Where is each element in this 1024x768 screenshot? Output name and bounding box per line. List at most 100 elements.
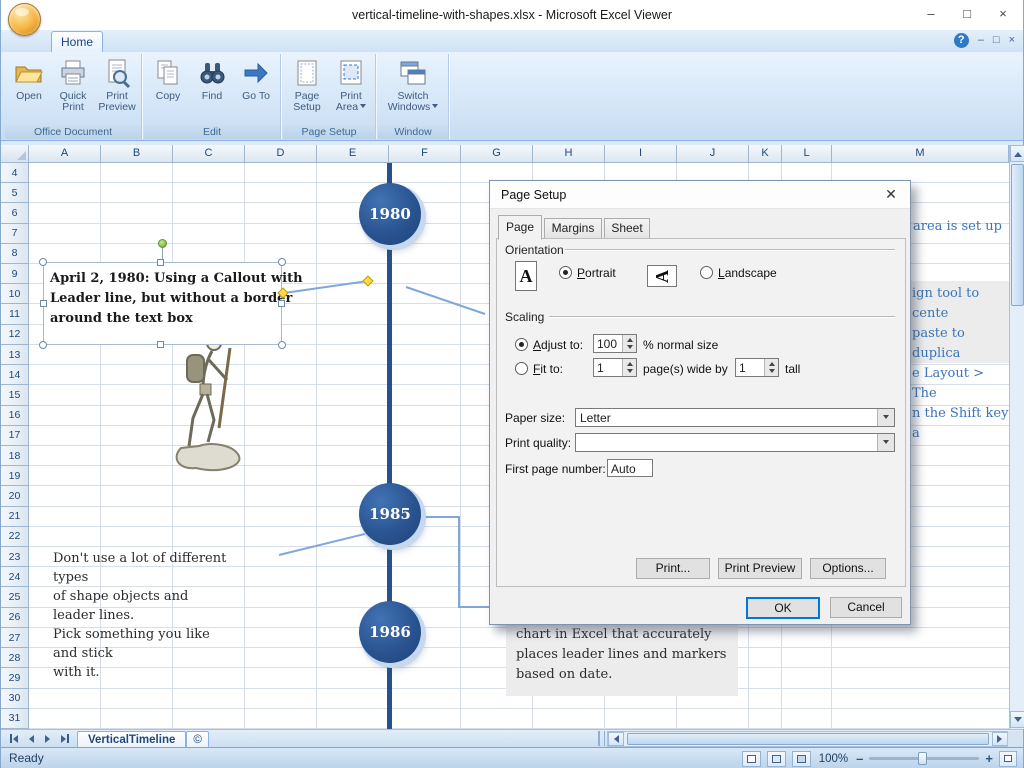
copy-button[interactable]: Copy (147, 55, 189, 126)
row-header-20[interactable]: 20 (1, 486, 29, 506)
fit-to-wide-spinner[interactable]: 1 (593, 358, 637, 377)
row-header-9[interactable]: 9 (1, 264, 29, 284)
column-header-K[interactable]: K (749, 145, 782, 163)
row-header-28[interactable]: 28 (1, 648, 29, 668)
spinner-arrows[interactable] (764, 359, 778, 376)
close-icon[interactable]: × (985, 0, 1021, 28)
row-header-31[interactable]: 31 (1, 709, 29, 729)
adjust-to-radio[interactable] (515, 338, 528, 351)
normal-view-button[interactable] (742, 751, 761, 767)
last-sheet-button[interactable] (58, 732, 71, 745)
paper-size-dropdown[interactable]: Letter (575, 408, 895, 427)
dialog-tab-margins[interactable]: Margins (544, 218, 602, 239)
scroll-up-button[interactable] (1010, 145, 1024, 162)
timeline-year-1985[interactable]: 1985 (359, 483, 421, 545)
selection-handle[interactable] (157, 259, 164, 266)
vertical-scrollbar[interactable] (1009, 145, 1024, 729)
switch-windows-button[interactable]: Switch Windows (381, 55, 445, 126)
note-textbox[interactable]: Don't use a lot of different types of sh… (53, 549, 233, 682)
landscape-radio[interactable] (700, 266, 713, 279)
workbook-close-icon[interactable]: × (1009, 33, 1015, 48)
dialog-tab-sheet[interactable]: Sheet (604, 218, 650, 239)
selection-handle[interactable] (40, 300, 47, 307)
workbook-minimize-icon[interactable]: – (978, 33, 984, 48)
column-header-F[interactable]: F (389, 145, 461, 163)
hiker-clipart[interactable] (151, 330, 261, 478)
selection-handle[interactable] (157, 341, 164, 348)
selection-handle[interactable] (39, 258, 47, 266)
selection-handle[interactable] (278, 258, 286, 266)
selection-handle[interactable] (278, 300, 285, 307)
cancel-button[interactable]: Cancel (830, 597, 902, 618)
column-header-B[interactable]: B (101, 145, 173, 163)
row-header-4[interactable]: 4 (1, 163, 29, 183)
zoom-in-icon[interactable]: + (985, 751, 993, 766)
dropdown-button[interactable] (877, 409, 894, 426)
column-header-M[interactable]: M (832, 145, 1009, 163)
tab-home[interactable]: Home (51, 31, 103, 52)
tab-scroll-splitter[interactable] (598, 731, 605, 746)
print-area-button[interactable]: Print Area (330, 55, 372, 126)
row-header-24[interactable]: 24 (1, 567, 29, 587)
print-button[interactable]: Print... (636, 558, 710, 579)
first-page-number-field[interactable]: Auto (607, 459, 653, 477)
sheet-tab-verticaltimeline[interactable]: VerticalTimeline (77, 731, 186, 748)
row-header-26[interactable]: 26 (1, 608, 29, 628)
page-break-view-button[interactable] (792, 751, 811, 767)
find-button[interactable]: Find (191, 55, 233, 126)
row-header-7[interactable]: 7 (1, 224, 29, 244)
column-header-E[interactable]: E (317, 145, 389, 163)
dialog-title-bar[interactable]: Page Setup ✕ (490, 181, 910, 209)
right-gray-box[interactable]: ign tool to cente paste to duplica e Lay… (907, 281, 1009, 363)
page-layout-view-button[interactable] (767, 751, 786, 767)
dialog-tab-page[interactable]: Page (498, 215, 542, 240)
row-header-18[interactable]: 18 (1, 446, 29, 466)
row-header-13[interactable]: 13 (1, 345, 29, 365)
zoom-out-icon[interactable]: – (856, 751, 863, 766)
dropdown-button[interactable] (877, 434, 894, 451)
row-header-11[interactable]: 11 (1, 304, 29, 324)
column-header-D[interactable]: D (245, 145, 317, 163)
selection-handle[interactable] (39, 341, 47, 349)
row-header-22[interactable]: 22 (1, 527, 29, 547)
landscape-label[interactable]: Landscape (718, 266, 777, 280)
row-header-21[interactable]: 21 (1, 507, 29, 527)
column-header-A[interactable]: A (29, 145, 101, 163)
options-button[interactable]: Options... (810, 558, 886, 579)
fit-to-label[interactable]: Fit to: (533, 362, 563, 376)
row-header-10[interactable]: 10 (1, 284, 29, 304)
selection-handle[interactable] (278, 341, 286, 349)
previous-sheet-button[interactable] (24, 732, 37, 745)
horizontal-scrollbar[interactable] (607, 731, 1009, 747)
row-header-16[interactable]: 16 (1, 406, 29, 426)
next-sheet-button[interactable] (41, 732, 54, 745)
column-header-C[interactable]: C (173, 145, 245, 163)
print-preview-dialog-button[interactable]: Print Preview (718, 558, 802, 579)
zoom-slider[interactable] (869, 757, 979, 760)
fit-to-tall-spinner[interactable]: 1 (735, 358, 779, 377)
column-header-L[interactable]: L (782, 145, 832, 163)
vertical-scrollbar-thumb[interactable] (1011, 164, 1024, 306)
spinner-arrows[interactable] (622, 335, 636, 352)
timeline-year-1980[interactable]: 1980 (359, 183, 421, 245)
row-header-25[interactable]: 25 (1, 587, 29, 607)
help-icon[interactable]: ? (954, 33, 969, 48)
row-header-19[interactable]: 19 (1, 466, 29, 486)
first-sheet-button[interactable] (7, 732, 20, 745)
row-header-27[interactable]: 27 (1, 628, 29, 648)
callout-textbox[interactable]: April 2, 1980: Using a Callout with Lead… (43, 262, 282, 345)
adjust-diamond-handle[interactable] (362, 275, 373, 286)
open-button[interactable]: Open (8, 55, 50, 126)
row-header-29[interactable]: 29 (1, 668, 29, 688)
column-header-H[interactable]: H (533, 145, 605, 163)
page-setup-button[interactable]: Page Setup (286, 55, 328, 126)
adjust-to-spinner[interactable]: 100 (593, 334, 637, 353)
row-header-12[interactable]: 12 (1, 325, 29, 345)
scroll-down-button[interactable] (1010, 711, 1024, 728)
column-header-J[interactable]: J (677, 145, 749, 163)
print-quality-dropdown[interactable] (575, 433, 895, 452)
office-button[interactable] (8, 3, 41, 36)
row-header-5[interactable]: 5 (1, 183, 29, 203)
scroll-right-button[interactable] (992, 732, 1008, 746)
adjust-to-label[interactable]: Adjust to: (533, 338, 583, 352)
